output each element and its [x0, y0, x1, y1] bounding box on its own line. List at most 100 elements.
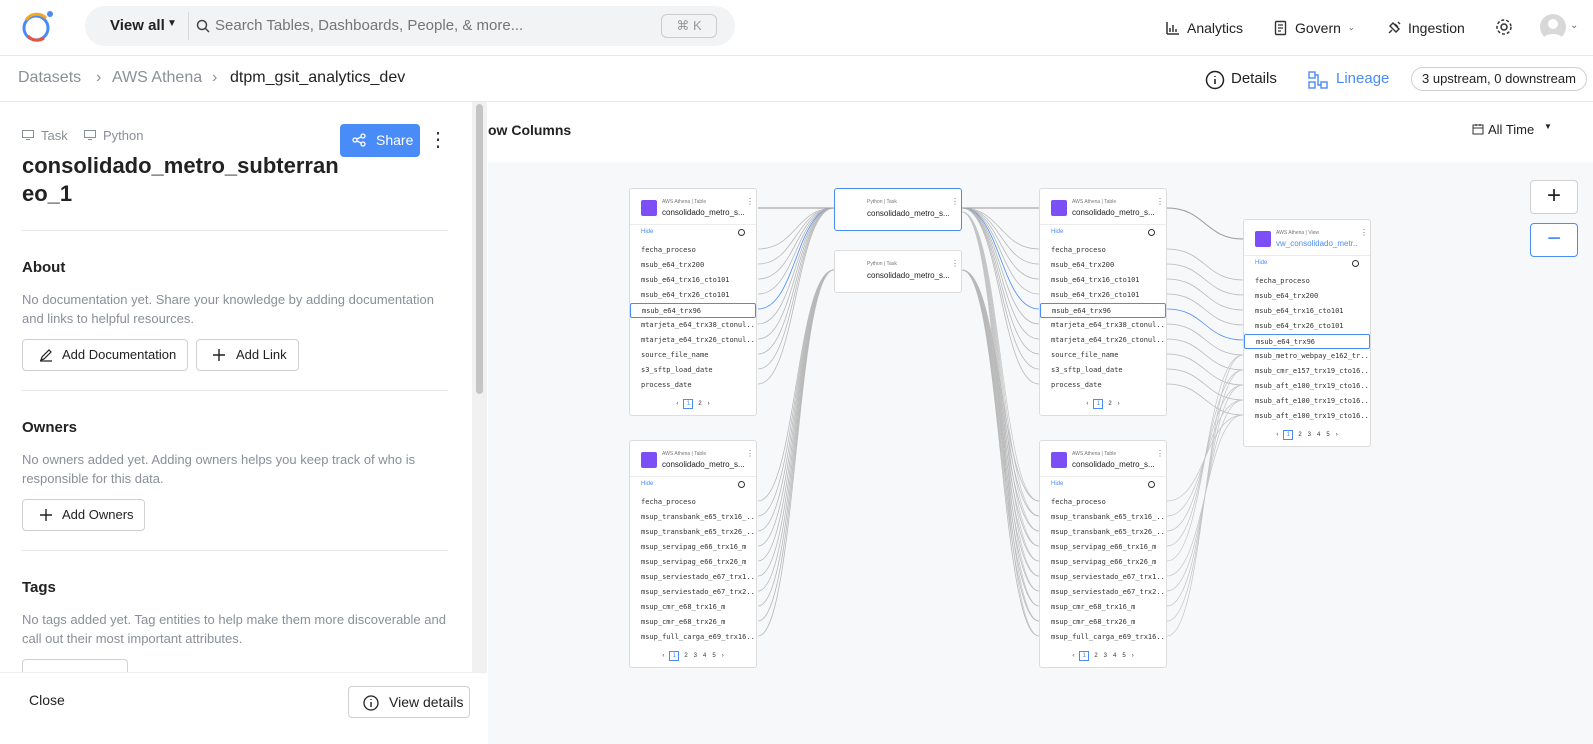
- breadcrumb-platform[interactable]: AWS Athena: [112, 69, 202, 87]
- hide-columns-toggle[interactable]: Hide: [630, 225, 756, 243]
- search-input[interactable]: [215, 6, 615, 46]
- share-button[interactable]: Share: [340, 124, 420, 157]
- search-icon[interactable]: [738, 481, 745, 488]
- column-row[interactable]: msub_e64_trx16_cto101: [1244, 304, 1370, 319]
- column-row[interactable]: source_file_name: [1040, 348, 1166, 363]
- node-name[interactable]: consolidado_metro_s...: [867, 271, 949, 280]
- more-options-icon[interactable]: ⋮: [746, 449, 754, 458]
- node-name[interactable]: consolidado_metro_s...: [867, 209, 949, 218]
- more-options-icon[interactable]: ⋮: [428, 126, 448, 156]
- column-row[interactable]: mtarjeta_e64_trx38_ctonul...: [1040, 318, 1166, 333]
- search-icon[interactable]: [1148, 481, 1155, 488]
- pager-page[interactable]: 4: [703, 653, 706, 659]
- pager-prev-icon[interactable]: ‹: [1276, 432, 1278, 438]
- column-row[interactable]: fecha_proceso: [1040, 243, 1166, 258]
- more-options-icon[interactable]: ⋮: [1156, 197, 1164, 206]
- column-row[interactable]: msup_servipag_e66_trx16_m: [630, 540, 756, 555]
- column-row[interactable]: process_date: [630, 378, 756, 393]
- pager-page[interactable]: 1: [1093, 399, 1104, 409]
- pager-next-icon[interactable]: ›: [708, 401, 710, 407]
- column-row[interactable]: msub_e64_trx200: [1040, 258, 1166, 273]
- column-row[interactable]: msup_cmr_e68_trx26_m: [630, 615, 756, 630]
- hide-columns-toggle[interactable]: Hide: [1040, 477, 1166, 495]
- column-row[interactable]: msup_full_carga_e69_trx16...: [1040, 630, 1166, 645]
- node-name[interactable]: consolidado_metro_s...: [1072, 208, 1154, 217]
- pager-next-icon[interactable]: ›: [1336, 432, 1338, 438]
- hide-columns-toggle[interactable]: Hide: [1040, 225, 1166, 243]
- app-logo[interactable]: [16, 6, 56, 46]
- search-icon[interactable]: [1352, 260, 1359, 267]
- add-tags-button[interactable]: [22, 659, 128, 672]
- pager-prev-icon[interactable]: ‹: [1086, 401, 1088, 407]
- pager-page[interactable]: 2: [1108, 401, 1111, 407]
- column-row[interactable]: msup_transbank_e65_trx26_...: [630, 525, 756, 540]
- column-row[interactable]: msup_servipag_e66_trx26_m: [630, 555, 756, 570]
- pager-page[interactable]: 3: [694, 653, 697, 659]
- add-documentation-button[interactable]: Add Documentation: [22, 339, 188, 371]
- column-row[interactable]: fecha_proceso: [1040, 495, 1166, 510]
- pager-prev-icon[interactable]: ‹: [676, 401, 678, 407]
- column-row[interactable]: msub_e64_trx16_cto101: [630, 273, 756, 288]
- column-row[interactable]: source_file_name: [630, 348, 756, 363]
- ingestion-nav-item[interactable]: Ingestion: [1386, 17, 1481, 39]
- column-row[interactable]: msup_serviestado_e67_trx2...: [1040, 585, 1166, 600]
- pager-page[interactable]: 2: [698, 401, 701, 407]
- column-row[interactable]: msub_e64_trx26_cto101: [1040, 288, 1166, 303]
- view-details-button[interactable]: View details: [348, 686, 470, 718]
- column-row[interactable]: msup_full_carga_e69_trx16...: [630, 630, 756, 645]
- gear-icon[interactable]: [1495, 18, 1513, 36]
- more-options-icon[interactable]: ⋮: [1360, 228, 1368, 237]
- column-row[interactable]: s3_sftp_load_date: [1040, 363, 1166, 378]
- lineage-node-table-3[interactable]: AWS Athena | Table consolidado_metro_s..…: [1039, 188, 1167, 416]
- column-row[interactable]: msub_metro_webpay_e162_tr...: [1244, 349, 1370, 364]
- pager-next-icon[interactable]: ›: [1118, 401, 1120, 407]
- column-row[interactable]: msub_e64_trx200: [1244, 289, 1370, 304]
- column-row[interactable]: mtarjeta_e64_trx26_ctonul...: [630, 333, 756, 348]
- pager-page[interactable]: 3: [1104, 653, 1107, 659]
- lineage-node-task-2[interactable]: Python | Task consolidado_metro_s... ⋮: [834, 250, 962, 293]
- lineage-node-upstream-table-1[interactable]: AWS Athena | Table consolidado_metro_s..…: [629, 188, 757, 416]
- lineage-node-task-1[interactable]: Python | Task consolidado_metro_s... ⋮: [834, 188, 962, 231]
- column-row[interactable]: msup_servipag_e66_trx16_m: [1040, 540, 1166, 555]
- column-row[interactable]: msup_serviestado_e67_trx2...: [630, 585, 756, 600]
- column-row[interactable]: msup_transbank_e65_trx16_...: [630, 510, 756, 525]
- zoom-in-button[interactable]: +: [1530, 180, 1578, 214]
- view-all-dropdown[interactable]: View all: [110, 6, 165, 46]
- avatar[interactable]: [1540, 14, 1566, 40]
- column-row[interactable]: msub_cmr_e157_trx19_cto16...: [1244, 364, 1370, 379]
- close-button[interactable]: Close: [29, 692, 65, 708]
- column-row[interactable]: msup_cmr_e68_trx16_m: [630, 600, 756, 615]
- add-owners-button[interactable]: Add Owners: [22, 499, 145, 531]
- pager-page[interactable]: 1: [683, 399, 694, 409]
- pager-page[interactable]: 2: [1094, 653, 1097, 659]
- column-row[interactable]: msub_aft_e100_trx19_cto16...: [1244, 394, 1370, 409]
- more-options-icon[interactable]: ⋮: [746, 197, 754, 206]
- column-row[interactable]: msub_e64_trx200: [630, 258, 756, 273]
- node-name[interactable]: consolidado_metro_s...: [1072, 460, 1154, 469]
- column-row[interactable]: mtarjeta_e64_trx38_ctonul...: [630, 318, 756, 333]
- pager-page[interactable]: 5: [712, 653, 715, 659]
- column-row[interactable]: msup_servipag_e66_trx26_m: [1040, 555, 1166, 570]
- column-row[interactable]: msup_serviestado_e67_trx1...: [630, 570, 756, 585]
- analytics-nav-item[interactable]: Analytics: [1165, 17, 1245, 39]
- more-options-icon[interactable]: ⋮: [951, 197, 959, 206]
- search-icon[interactable]: [1148, 229, 1155, 236]
- more-options-icon[interactable]: ⋮: [1156, 449, 1164, 458]
- pager-page[interactable]: 1: [1079, 651, 1090, 661]
- column-row[interactable]: msub_e64_trx26_cto101: [630, 288, 756, 303]
- column-row[interactable]: msup_cmr_e68_trx26_m: [1040, 615, 1166, 630]
- lineage-node-table-4[interactable]: AWS Athena | Table consolidado_metro_s..…: [1039, 440, 1167, 668]
- hide-columns-toggle[interactable]: Hide: [1244, 256, 1370, 274]
- column-row[interactable]: process_date: [1040, 378, 1166, 393]
- pager-page[interactable]: 1: [1283, 430, 1294, 440]
- pager-next-icon[interactable]: ›: [1132, 653, 1134, 659]
- pager-page[interactable]: 4: [1317, 432, 1320, 438]
- govern-nav-item[interactable]: Govern ⌄: [1273, 17, 1358, 39]
- pager-page[interactable]: 5: [1326, 432, 1329, 438]
- lineage-node-view[interactable]: AWS Athena | View vw_consolidado_metr...…: [1243, 219, 1371, 447]
- hide-columns-toggle[interactable]: Hide: [630, 477, 756, 495]
- column-row[interactable]: msup_transbank_e65_trx16_...: [1040, 510, 1166, 525]
- more-options-icon[interactable]: ⋮: [951, 259, 959, 268]
- column-row[interactable]: s3_sftp_load_date: [630, 363, 756, 378]
- scrollbar-thumb[interactable]: [476, 104, 483, 394]
